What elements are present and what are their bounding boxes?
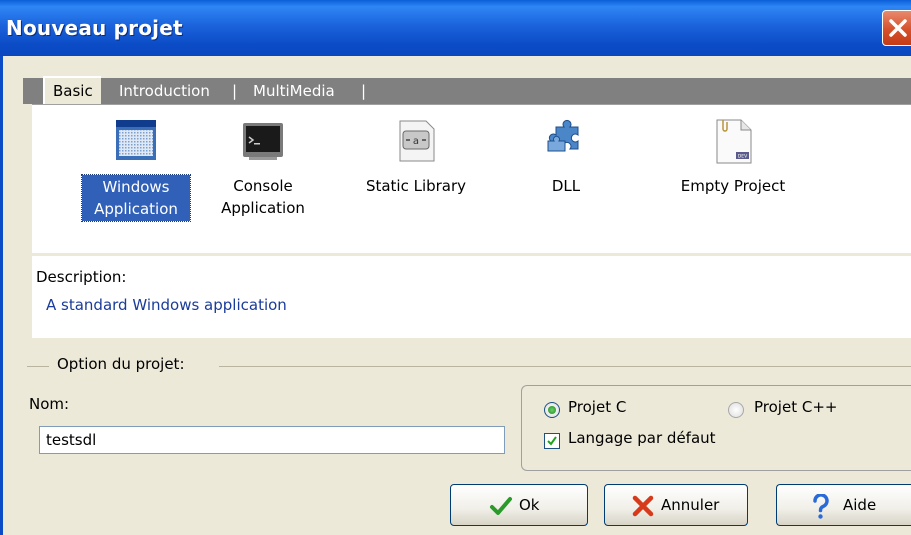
svg-text:DEV: DEV (738, 154, 748, 160)
cancel-button-label: Annuler (661, 496, 720, 514)
dialog-body: Basic Introduction | MultiMedia | Window… (0, 56, 911, 535)
radio-project-c-label: Projet C (568, 398, 627, 416)
tab-multimedia[interactable]: MultiMedia (253, 78, 335, 104)
description-label: Description: (36, 268, 127, 286)
cancel-x-icon (632, 495, 654, 517)
project-type-list: Windows Application Console Application … (32, 104, 911, 253)
radio-project-c[interactable] (544, 402, 560, 418)
project-type-label: Windows (102, 178, 170, 196)
tab-introduction[interactable]: Introduction (119, 78, 210, 104)
empty-project-icon: DEV (716, 119, 752, 164)
windows-application-icon (116, 120, 156, 160)
project-type-label: Console (233, 177, 293, 195)
help-question-icon (813, 494, 829, 519)
tab-strip: Basic Introduction | MultiMedia | (23, 76, 911, 104)
project-type-label: DLL (551, 177, 581, 195)
name-label: Nom: (29, 395, 70, 413)
checkmark-icon (547, 436, 557, 446)
project-type-empty-project[interactable]: DEV Empty Project (653, 105, 813, 253)
dll-puzzle-icon (547, 119, 579, 152)
project-type-label: Static Library (365, 177, 467, 195)
close-button[interactable] (882, 10, 911, 46)
svg-text:a: a (413, 136, 419, 147)
project-type-label: Empty Project (680, 177, 786, 195)
description-text: A standard Windows application (46, 296, 287, 314)
checkmark-icon (490, 497, 512, 515)
group-divider (219, 366, 911, 367)
project-type-label: Application (94, 200, 178, 218)
window-title: Nouveau projet (6, 16, 183, 40)
project-type-console-application[interactable]: Console Application (183, 105, 343, 253)
project-options-label: Option du projet: (57, 355, 185, 373)
ok-button-label: Ok (519, 496, 540, 514)
language-options-box: Projet C Projet C++ Langage par défaut (521, 385, 911, 471)
static-library-icon: a (399, 120, 435, 162)
project-type-label: Application (221, 199, 305, 217)
group-divider (27, 366, 49, 367)
ok-button[interactable]: Ok (450, 484, 588, 526)
description-panel: Description: A standard Windows applicat… (32, 256, 911, 338)
default-language-label: Langage par défaut (568, 429, 716, 447)
tab-basic[interactable]: Basic (43, 76, 101, 104)
cancel-button[interactable]: Annuler (604, 484, 748, 526)
console-icon (243, 123, 283, 160)
help-button[interactable]: Aide (776, 484, 911, 526)
help-button-label: Aide (843, 496, 877, 514)
project-type-static-library[interactable]: a Static Library (336, 105, 496, 253)
tab-separator: | (361, 82, 367, 100)
tab-separator: | (232, 82, 238, 100)
project-type-dll[interactable]: DLL (486, 105, 646, 253)
default-language-checkbox[interactable] (544, 433, 560, 449)
radio-project-cpp-label: Projet C++ (754, 398, 838, 416)
radio-project-cpp[interactable] (728, 402, 744, 418)
project-name-input[interactable]: testsdl (39, 426, 505, 454)
close-icon (889, 19, 907, 37)
title-bar: Nouveau projet (0, 0, 911, 56)
